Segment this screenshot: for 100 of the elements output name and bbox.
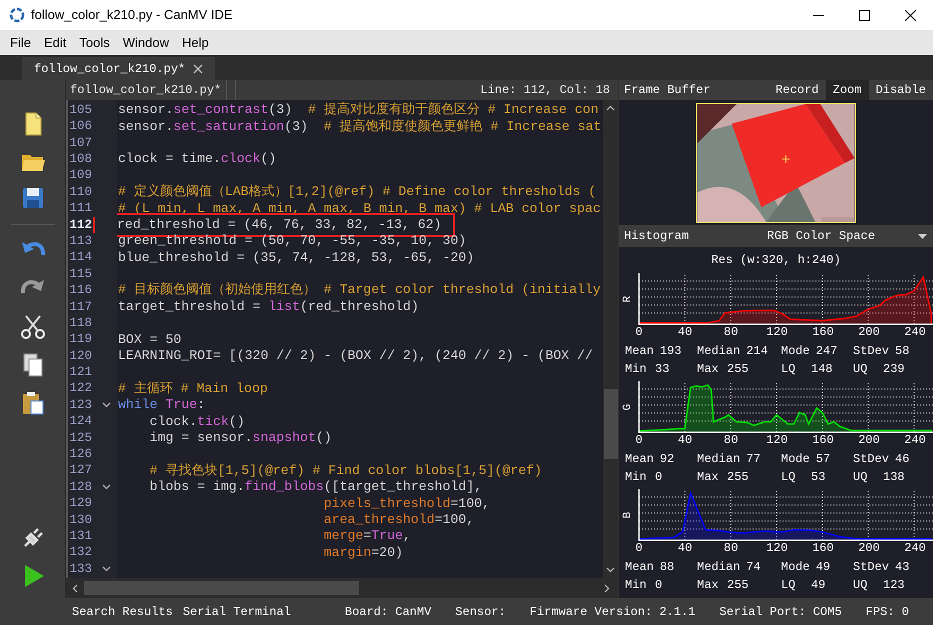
tick-label: 40 — [678, 541, 692, 556]
frame-buffer-button[interactable]: Zoom — [826, 80, 869, 100]
line-number: 128 — [68, 478, 92, 496]
stat-label: UQ — [853, 361, 868, 378]
status-tab[interactable]: Search Results — [72, 602, 173, 620]
scrollbar-thumb[interactable] — [604, 389, 618, 459]
stat-label: Min — [625, 361, 648, 378]
stat-value: 193 — [660, 343, 682, 360]
stat-value: 49 — [816, 559, 830, 576]
code-line: sensor.set_saturation(3) # 提高饱和度使颜色更鲜艳 # Increase sat — [117, 118, 602, 135]
code-line: # 目标颜色阈值（初始使用红色） # Target color threshold (initially — [117, 282, 602, 298]
tick-label: 200 — [858, 541, 880, 556]
stat-value: 77 — [746, 451, 761, 468]
tick-label: 40 — [678, 325, 692, 340]
tick-label: 80 — [724, 541, 738, 556]
line-number: 120 — [68, 348, 92, 365]
tick-label: 120 — [766, 325, 788, 340]
scroll-up-icon[interactable] — [606, 105, 615, 111]
stat-label: Min — [625, 469, 648, 486]
code-line: blue_threshold = (35, 74, -128, 53, -65, -20) — [117, 250, 476, 266]
scrollbar-thumb[interactable] — [84, 581, 359, 595]
stat-label: Median — [697, 559, 740, 576]
fold-chevron-icon[interactable] — [102, 566, 111, 572]
file-tab[interactable]: follow_color_k210.py* — [22, 57, 216, 80]
maximize-icon[interactable] — [858, 10, 870, 20]
scroll-left-icon[interactable] — [72, 584, 78, 592]
line-number: 129 — [68, 495, 92, 512]
fold-chevron-icon[interactable] — [102, 402, 111, 408]
line-number: 127 — [68, 462, 92, 480]
stat-value: 74 — [746, 559, 761, 576]
axis-label: R — [621, 296, 636, 302]
dropdown-caret-icon[interactable] — [918, 234, 927, 238]
stat-label: StDev — [853, 559, 890, 576]
line-number: 109 — [68, 167, 92, 184]
frame-buffer-button[interactable]: Disable — [868, 80, 933, 100]
stat-value: 239 — [883, 361, 905, 378]
tick-label: 0 — [635, 433, 643, 448]
scroll-right-icon[interactable] — [604, 584, 610, 592]
code-line: sensor.set_contrast(3) # 提高对比度有助于颜色区分 # Increase con — [117, 102, 600, 118]
stat-value: 88 — [660, 559, 674, 576]
line-number: 132 — [68, 544, 92, 562]
color-space-dropdown[interactable]: RGB Color Space — [767, 227, 933, 245]
axis-label: G — [621, 404, 636, 410]
fold-chevron-icon[interactable] — [102, 484, 111, 490]
stat-label: Mean — [625, 343, 654, 360]
code-line: merge=True, — [322, 528, 412, 544]
menu-item[interactable]: File — [4, 32, 37, 52]
scroll-down-icon[interactable] — [606, 567, 615, 573]
panel-title: Histogram — [623, 228, 690, 245]
line-number: 111 — [68, 200, 92, 218]
line-number: 110 — [68, 184, 92, 201]
code-line: BOX = 50 — [117, 332, 182, 348]
horizontal-scrollbar[interactable] — [66, 578, 618, 598]
line-number: 119 — [68, 331, 92, 348]
panel-title: Frame Buffer — [623, 82, 710, 99]
line-number: 124 — [68, 413, 92, 430]
close-icon[interactable] — [904, 10, 916, 20]
vertical-scrollbar[interactable] — [603, 100, 618, 578]
tick-label: 160 — [812, 325, 834, 340]
line-number: 105 — [68, 102, 92, 119]
stat-value: 247 — [816, 343, 838, 360]
stat-label: Min — [625, 577, 648, 594]
status-tab[interactable]: Serial Terminal — [182, 602, 291, 620]
tick-label: 240 — [904, 325, 926, 340]
minimize-icon[interactable] — [812, 14, 824, 16]
code-line: img = sensor.snapshot() — [148, 430, 333, 446]
tick-label: 120 — [766, 433, 788, 448]
line-number: 118 — [68, 314, 92, 332]
menu-item[interactable]: Window — [116, 32, 175, 52]
stat-label: StDev — [853, 343, 890, 360]
app-logo-icon — [9, 7, 25, 23]
tick-label: 160 — [812, 433, 834, 448]
stat-label: UQ — [853, 469, 868, 486]
code-line: pixels_threshold=100, — [322, 496, 491, 512]
line-number: 108 — [68, 151, 92, 168]
stat-label: StDev — [853, 451, 890, 468]
frame-buffer-button[interactable]: Record — [768, 80, 826, 100]
close-icon[interactable] — [193, 64, 204, 74]
code-line: # 寻找色块[1,5](@ref) # Find color blobs[1,5](@ref) — [148, 462, 543, 479]
tick-label: 0 — [635, 325, 643, 340]
menu-item[interactable]: Help — [176, 32, 215, 52]
stat-label: Mode — [781, 559, 810, 576]
status-item: FPS: 0 — [866, 604, 909, 620]
stat-value: 58 — [895, 343, 910, 360]
tick-label: 160 — [812, 541, 834, 556]
file-selector[interactable]: follow_color_k210.py* — [70, 81, 222, 99]
status-item: Firmware Version: 2.1.1 — [530, 604, 696, 620]
code-line: # 主循环 # Main loop — [117, 380, 269, 397]
line-number: 117 — [68, 298, 92, 316]
stat-label: Mean — [625, 451, 654, 468]
stat-label: Median — [697, 451, 740, 468]
scissors-icon[interactable] — [18, 313, 46, 341]
stat-value: 92 — [660, 451, 674, 468]
menu-item[interactable]: Edit — [38, 32, 72, 52]
stat-value: 214 — [746, 343, 768, 360]
tick-label: 200 — [858, 433, 880, 448]
cursor-position: Line: 112, Col: 18 — [480, 82, 611, 99]
stat-value: 138 — [883, 469, 905, 486]
menu-item[interactable]: Tools — [73, 32, 116, 52]
status-item: Serial Port: COM5 — [719, 604, 842, 620]
